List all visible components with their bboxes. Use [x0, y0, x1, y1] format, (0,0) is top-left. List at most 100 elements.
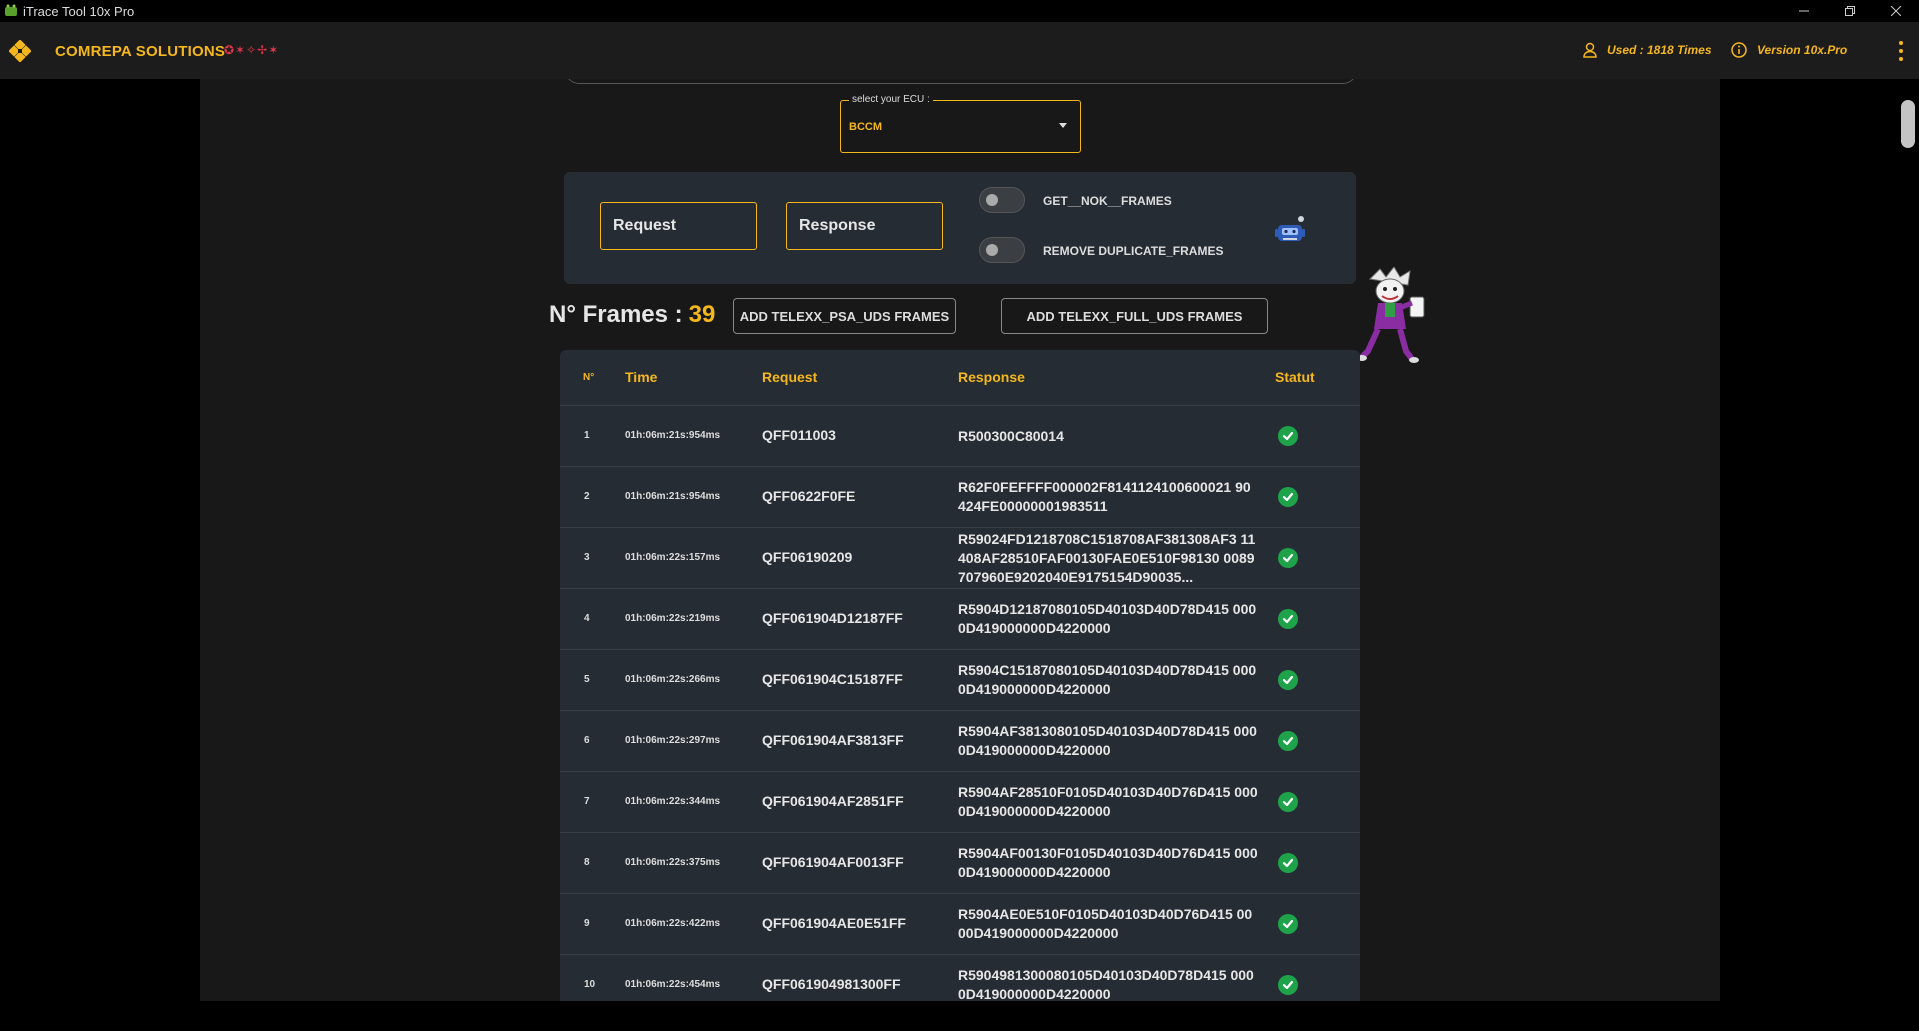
table-row[interactable]: 7 01h:06m:22s:344ms QFF061904AF2851FF R5904… — [560, 772, 1360, 833]
table-row[interactable]: 5 01h:06m:22s:266ms QFF061904C15187FF R5904… — [560, 650, 1360, 711]
row-response: R5904AF28510F0105D40103D40D76D415 0000D4… — [958, 772, 1258, 832]
check-circle-icon — [1278, 670, 1298, 690]
row-response: R5904AF00130F0105D40103D40D76D415 0000D4… — [958, 833, 1258, 893]
row-number: 4 — [584, 613, 590, 624]
nok-frames-label: GET__NOK__FRAMES — [1043, 194, 1172, 208]
check-circle-icon — [1278, 609, 1298, 629]
robot-icon[interactable] — [1274, 215, 1308, 245]
row-response: R5904981300080105D40103D40D78D415 0000D4… — [958, 955, 1258, 1001]
ecu-select[interactable]: select your ECU : BCCM — [840, 94, 1081, 153]
main-content: select your ECU : BCCM Request Response … — [200, 79, 1720, 1001]
table-row[interactable]: 9 01h:06m:22s:422ms QFF061904AE0E51FF R5904… — [560, 894, 1360, 955]
row-number: 8 — [584, 857, 590, 868]
close-icon — [1891, 6, 1901, 16]
usage-counter: Used : 1818 Times — [1583, 42, 1712, 58]
row-response: R500300C80014 — [958, 406, 1258, 466]
row-time: 01h:06m:22s:157ms — [625, 552, 721, 563]
check-circle-icon — [1278, 548, 1298, 568]
brand-name: COMREPA SOLUTIONS — [55, 43, 226, 60]
scrollbar[interactable] — [1899, 79, 1919, 1001]
row-response-text: R5904D12187080105D40103D40D78D415 0000D4… — [958, 601, 1257, 636]
row-time: 01h:06m:22s:375ms — [625, 857, 721, 868]
row-number: 9 — [584, 918, 590, 929]
row-number: 2 — [584, 491, 590, 502]
row-response-text: R5904C15187080105D40103D40D78D415 0000D4… — [958, 662, 1257, 697]
check-mark — [1282, 919, 1294, 929]
row-request: QFF061904981300FF — [762, 976, 901, 992]
close-button[interactable] — [1873, 0, 1919, 22]
row-number: 10 — [584, 979, 596, 990]
add-full-uds-frames-button[interactable]: ADD TELEXX_FULL_UDS FRAMES — [1001, 298, 1268, 334]
row-response: R5904AF3813080105D40103D40D78D415 0000D4… — [958, 711, 1258, 771]
check-mark — [1282, 797, 1294, 807]
check-circle-icon — [1278, 487, 1298, 507]
col-header-request: Request — [762, 369, 818, 385]
row-time: 01h:06m:22s:266ms — [625, 674, 721, 685]
col-header-number: N° — [583, 372, 595, 383]
row-request: QFF061904AE0E51FF — [762, 915, 906, 931]
row-number: 6 — [584, 735, 590, 746]
window-titlebar: iTrace Tool 10x Pro — [0, 0, 1919, 22]
table-row[interactable]: 8 01h:06m:22s:375ms QFF061904AF0013FF R5904… — [560, 833, 1360, 894]
row-request: QFF0622F0FE — [762, 488, 856, 504]
check-mark — [1282, 980, 1294, 990]
row-response-text: R5904AF3813080105D40103D40D78D415 0000D4… — [958, 723, 1257, 758]
nok-frames-toggle[interactable] — [979, 187, 1025, 213]
row-number: 1 — [584, 430, 590, 441]
check-circle-icon — [1278, 853, 1298, 873]
chevron-down-icon — [1059, 123, 1067, 128]
kebab-menu-icon[interactable] — [1899, 41, 1905, 61]
table-row[interactable]: 6 01h:06m:22s:297ms QFF061904AF3813FF R5904… — [560, 711, 1360, 772]
ecu-select-label: select your ECU : — [849, 94, 933, 105]
user-icon — [1583, 42, 1597, 58]
check-mark — [1282, 492, 1294, 502]
table-row[interactable]: 3 01h:06m:22s:157ms QFF06190209 R59024FD121… — [560, 528, 1360, 589]
row-time: 01h:06m:22s:297ms — [625, 735, 721, 746]
row-response: R59024FD1218708C1518708AF381308AF3 11408… — [958, 528, 1258, 588]
diamond-logo-icon[interactable] — [9, 40, 31, 62]
check-mark — [1282, 431, 1294, 441]
row-request: QFF061904D12187FF — [762, 610, 903, 626]
check-mark — [1282, 675, 1294, 685]
row-response-text: R5904981300080105D40103D40D78D415 0000D4… — [958, 967, 1254, 1001]
check-mark — [1282, 858, 1294, 868]
row-response-text: R5904AE0E510F0105D40103D40D76D415 0000D4… — [958, 906, 1253, 941]
table-row[interactable]: 2 01h:06m:21s:954ms QFF0622F0FE R62F0FEFFFF… — [560, 467, 1360, 528]
row-request: QFF061904C15187FF — [762, 671, 903, 687]
check-circle-icon — [1278, 426, 1298, 446]
info-icon[interactable] — [1731, 42, 1747, 58]
row-number: 5 — [584, 674, 590, 685]
row-request: QFF06190209 — [762, 549, 853, 565]
minimize-button[interactable] — [1781, 0, 1827, 22]
table-row[interactable]: 4 01h:06m:22s:219ms QFF061904D12187FF R5904… — [560, 589, 1360, 650]
ecu-selected-value: BCCM — [849, 121, 882, 133]
remove-duplicates-toggle[interactable] — [979, 237, 1025, 263]
restore-button[interactable] — [1827, 0, 1873, 22]
check-circle-icon — [1278, 792, 1298, 812]
add-psa-uds-frames-button[interactable]: ADD TELEXX_PSA_UDS FRAMES — [733, 298, 956, 334]
row-response-text: R5904AF28510F0105D40103D40D76D415 0000D4… — [958, 784, 1258, 819]
row-response-text: R59024FD1218708C1518708AF381308AF3 11408… — [958, 530, 1256, 585]
request-filter-input[interactable]: Request — [600, 202, 757, 250]
window-title: iTrace Tool 10x Pro — [23, 3, 135, 19]
col-header-response: Response — [958, 369, 1025, 385]
usage-text: Used : 1818 Times — [1607, 43, 1712, 57]
row-response: R62F0FEFFFF000002F8141124100600021 90424… — [958, 467, 1258, 527]
scrollbar-thumb[interactable] — [1901, 100, 1915, 148]
check-mark — [1282, 553, 1294, 563]
row-response-text: R62F0FEFFFF000002F8141124100600021 90424… — [958, 479, 1251, 514]
row-time: 01h:06m:22s:422ms — [625, 918, 721, 929]
table-row[interactable]: 10 01h:06m:22s:454ms QFF061904981300FF R590… — [560, 955, 1360, 1001]
frames-counter: N° Frames :39 — [549, 301, 715, 329]
version-text: Version 10x.Pro — [1757, 43, 1848, 57]
table-row[interactable]: 1 01h:06m:21s:954ms QFF011003 R500300C80014 — [560, 406, 1360, 467]
row-response: R5904C15187080105D40103D40D78D415 0000D4… — [958, 650, 1258, 710]
col-header-time: Time — [625, 369, 658, 385]
row-time: 01h:06m:22s:344ms — [625, 796, 721, 807]
app-logo-icon — [5, 4, 17, 16]
response-filter-input[interactable]: Response — [786, 202, 943, 250]
check-mark — [1282, 614, 1294, 624]
check-mark — [1282, 736, 1294, 746]
filter-card: Request Response GET__NOK__FRAMES REMOVE… — [564, 172, 1356, 284]
brand-decoration: ✪✶✧✢✶ — [224, 43, 280, 57]
